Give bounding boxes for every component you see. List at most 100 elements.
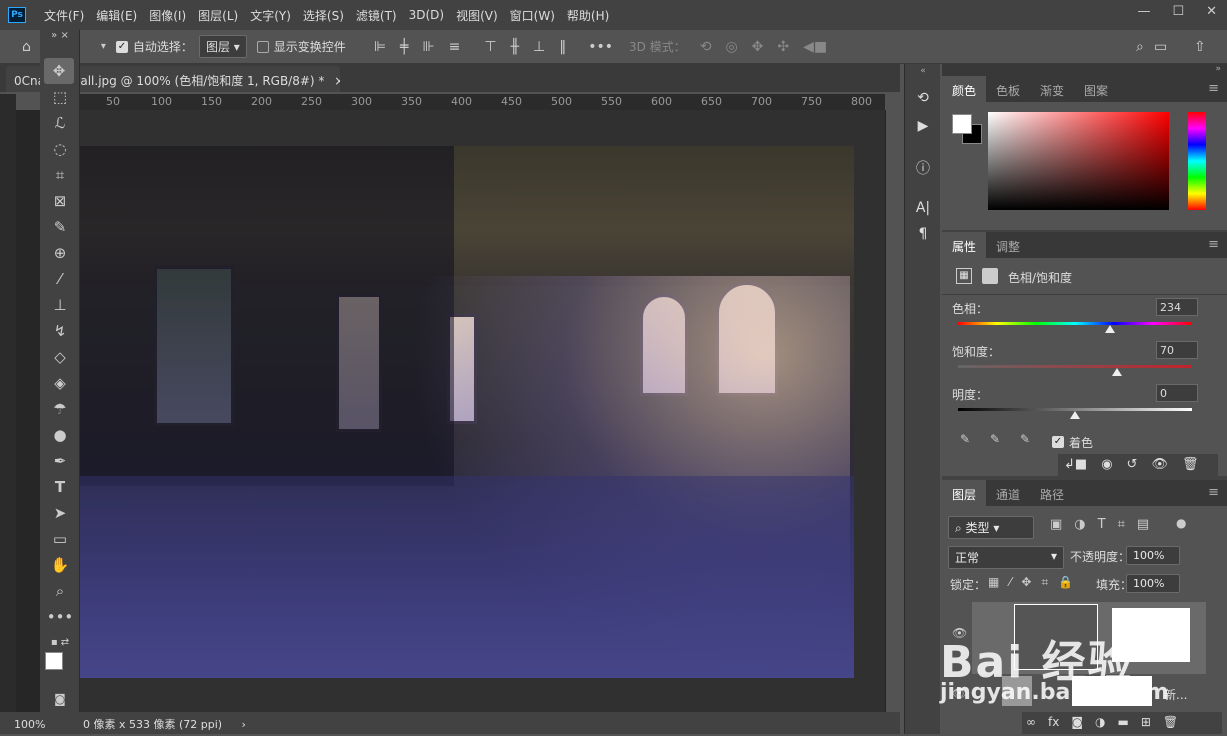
align-center-icon[interactable]: ╪ — [400, 39, 408, 55]
collapse-icon[interactable]: » × — [40, 30, 80, 42]
menu-edit[interactable]: 编辑(E) — [90, 7, 143, 24]
menu-layer[interactable]: 图层(L) — [192, 7, 244, 24]
paragraph-icon[interactable]: ¶ — [905, 226, 941, 242]
close-icon[interactable]: ✕ — [1206, 4, 1217, 19]
lightness-value-input[interactable]: 0 — [1156, 384, 1198, 402]
collapse-icon[interactable]: » — [942, 64, 1227, 76]
tab-swatches[interactable]: 色板 — [986, 76, 1030, 102]
history-brush-tool[interactable]: ↯ — [40, 318, 80, 344]
visibility-icon[interactable]: 👁 — [1151, 457, 1168, 476]
brush-tool[interactable]: ⁄ — [40, 266, 80, 292]
dodge-tool[interactable]: ● — [40, 422, 80, 448]
history-icon[interactable]: ⟲ — [905, 90, 941, 106]
move-tool[interactable]: ✥ — [44, 58, 74, 84]
pen-tool[interactable]: ✒ — [40, 448, 80, 474]
show-transform-checkbox[interactable] — [256, 40, 269, 53]
align-bottom-icon[interactable]: ⊥ — [533, 39, 545, 55]
tab-gradients[interactable]: 渐变 — [1030, 76, 1074, 102]
minimize-icon[interactable]: — — [1137, 4, 1150, 19]
panel-menu-icon[interactable]: ≡ — [1208, 237, 1219, 252]
chevron-down-icon[interactable]: ▾ — [101, 41, 106, 52]
workspace-icon[interactable]: ▭ — [1154, 39, 1167, 55]
frame-tool[interactable]: ⊠ — [40, 188, 80, 214]
tab-properties[interactable]: 属性 — [942, 232, 987, 258]
menu-file[interactable]: 文件(F) — [38, 7, 90, 24]
menu-image[interactable]: 图像(I) — [143, 7, 192, 24]
hue-value-input[interactable]: 234 — [1156, 298, 1198, 316]
lock-icons[interactable]: ▦⁄✥⌗🔒 — [988, 575, 1083, 590]
menu-3d[interactable]: 3D(D) — [403, 8, 450, 22]
saturation-thumb[interactable] — [1112, 368, 1123, 376]
eyedropper-tool[interactable]: ✎ — [40, 214, 80, 240]
3d-slide-icon[interactable]: ✣ — [777, 39, 789, 55]
foreground-color-swatch[interactable] — [45, 652, 63, 670]
info-icon[interactable]: ⓘ — [905, 158, 941, 178]
more-tools-icon[interactable]: ••• — [40, 604, 80, 630]
3d-roll-icon[interactable]: ◎ — [725, 39, 737, 55]
reset-icon[interactable]: ↺ — [1127, 457, 1138, 476]
tab-adjustments[interactable]: 调整 — [986, 232, 1030, 258]
layer-filter-dropdown[interactable]: ⌕ 类型 ▾ — [948, 516, 1034, 539]
tab-patterns[interactable]: 图案 — [1074, 76, 1118, 102]
eyedropper-icon[interactable]: ✎ — [960, 432, 970, 446]
menu-filter[interactable]: 滤镜(T) — [350, 7, 403, 24]
rectangle-tool[interactable]: ▭ — [40, 526, 80, 552]
character-icon[interactable]: A| — [905, 200, 941, 216]
zoom-level[interactable]: 100% — [14, 718, 45, 731]
hue-thumb[interactable] — [1105, 325, 1116, 333]
eyedropper-add-icon[interactable]: ✎ — [990, 432, 1000, 446]
healing-tool[interactable]: ⊕ — [40, 240, 80, 266]
path-select-tool[interactable]: ➤ — [40, 500, 80, 526]
share-icon[interactable]: ⇧ — [1194, 39, 1206, 55]
hue-slider[interactable] — [1188, 112, 1206, 210]
foreground-color-swatch[interactable] — [952, 114, 972, 134]
color-picker-field[interactable] — [988, 112, 1169, 210]
auto-select-checkbox[interactable]: ✓ — [115, 40, 128, 53]
home-icon[interactable]: ⌂ — [22, 39, 31, 55]
quick-select-tool[interactable]: ◌ — [40, 136, 80, 162]
play-icon[interactable]: ▶ — [905, 118, 941, 134]
search-icon[interactable]: ⌕ — [1136, 39, 1144, 55]
lightness-thumb[interactable] — [1070, 411, 1080, 419]
type-tool[interactable]: T — [40, 474, 80, 500]
more-icon[interactable]: ••• — [588, 39, 613, 55]
tab-paths[interactable]: 路径 — [1030, 480, 1074, 506]
align-left-icon[interactable]: ⊫ — [374, 39, 386, 55]
3d-rotate-icon[interactable]: ⟲ — [700, 39, 712, 55]
marquee-tool[interactable]: ⬚ — [40, 84, 80, 110]
chevron-right-icon[interactable]: › — [242, 718, 246, 731]
distribute-v-icon[interactable]: ‖ — [559, 39, 566, 55]
hue-track[interactable] — [958, 322, 1192, 325]
menu-view[interactable]: 视图(V) — [450, 7, 504, 24]
saturation-value-input[interactable]: 70 — [1156, 341, 1198, 359]
collapse-icon[interactable]: « — [905, 66, 941, 76]
smudge-tool[interactable]: ☂ — [40, 396, 80, 422]
quick-mask-icon[interactable]: ◙ — [40, 686, 80, 712]
fill-input[interactable]: 100% — [1126, 574, 1180, 593]
tab-layers[interactable]: 图层 — [942, 480, 987, 506]
3d-scale-icon[interactable]: ◀■ — [803, 39, 827, 55]
hand-tool[interactable]: ✋ — [40, 552, 80, 578]
menu-window[interactable]: 窗口(W) — [504, 7, 561, 24]
menu-select[interactable]: 选择(S) — [297, 7, 350, 24]
saturation-track[interactable] — [958, 365, 1192, 368]
panel-menu-icon[interactable]: ≡ — [1208, 81, 1219, 96]
tab-color[interactable]: 颜色 — [942, 76, 987, 102]
maximize-icon[interactable]: ☐ — [1172, 4, 1184, 19]
bucket-tool[interactable]: ◈ — [40, 370, 80, 396]
align-middle-icon[interactable]: ╫ — [511, 39, 519, 55]
menu-help[interactable]: 帮助(H) — [561, 7, 615, 24]
3d-pan-icon[interactable]: ✥ — [752, 39, 764, 55]
lasso-tool[interactable]: ℒ — [40, 110, 80, 136]
menu-type[interactable]: 文字(Y) — [244, 7, 297, 24]
panel-menu-icon[interactable]: ≡ — [1208, 485, 1219, 500]
opacity-input[interactable]: 100% — [1126, 546, 1180, 565]
stamp-tool[interactable]: ⊥ — [40, 292, 80, 318]
zoom-tool[interactable]: ⌕ — [40, 578, 80, 604]
tab-channels[interactable]: 通道 — [986, 480, 1030, 506]
align-top-icon[interactable]: ⊤ — [484, 39, 496, 55]
align-right-icon[interactable]: ⊪ — [422, 39, 434, 55]
colorize-checkbox[interactable]: ✓ — [1052, 436, 1064, 448]
distribute-icon[interactable]: ≡ — [449, 39, 461, 55]
view-previous-icon[interactable]: ◉ — [1101, 457, 1112, 476]
